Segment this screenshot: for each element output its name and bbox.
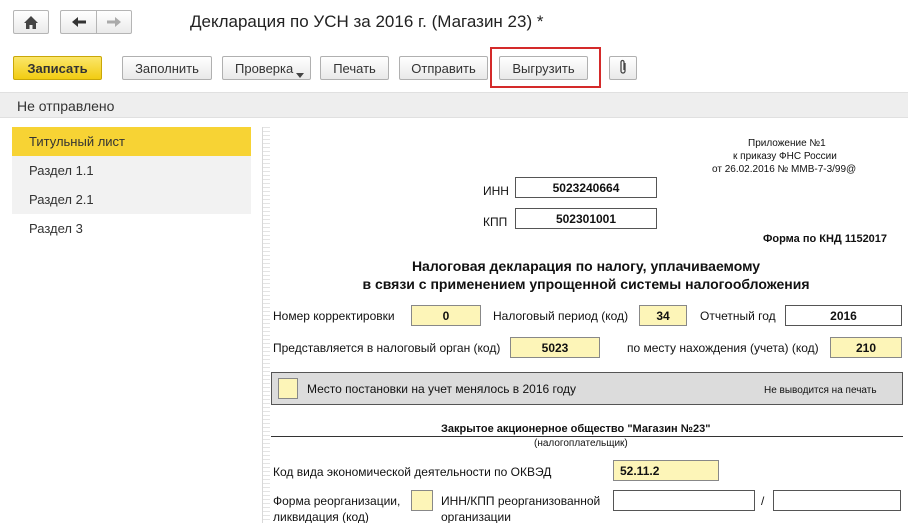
caret-down-icon xyxy=(296,66,304,81)
home-icon xyxy=(23,15,39,30)
okved-label: Код вида экономической деятельности по О… xyxy=(273,465,552,479)
declaration-heading-line-2: в связи с применением упрощенной системы… xyxy=(362,276,810,292)
reorg-kpp-field[interactable] xyxy=(773,490,901,511)
appendix-line-1: Приложение №1 xyxy=(748,138,826,149)
year-field[interactable]: 2016 xyxy=(785,305,902,326)
registration-panel: Место постановки на учет менялось в 2016… xyxy=(271,372,903,405)
arrow-left-icon xyxy=(71,16,87,28)
slash-separator: / xyxy=(761,494,765,508)
attach-button[interactable] xyxy=(609,56,637,80)
forward-button[interactable] xyxy=(96,10,132,34)
declaration-heading-line-1: Налоговая декларация по налогу, уплачива… xyxy=(411,258,761,274)
appendix-line-3: от 26.02.2016 № ММВ-7-3/99@ xyxy=(712,164,857,175)
company-name: Закрытое акционерное общество "Магазин №… xyxy=(441,423,711,435)
correction-field[interactable]: 0 xyxy=(411,305,481,326)
reorg-inn-label-line-2: организации xyxy=(441,510,511,523)
company-divider xyxy=(271,436,903,437)
fill-button[interactable]: Заполнить xyxy=(122,56,212,80)
year-label: Отчетный год xyxy=(700,309,776,323)
authority-field[interactable]: 5023 xyxy=(510,337,600,358)
print-button[interactable]: Печать xyxy=(320,56,389,80)
registration-changed-label: Место постановки на учет менялось в 2016… xyxy=(307,382,577,396)
status-text: Не отправлено xyxy=(17,98,115,114)
reorg-inn-label-line-1: ИНН/КПП реорганизованной xyxy=(441,494,601,508)
period-field[interactable]: 34 xyxy=(639,305,687,326)
registration-changed-checkbox[interactable] xyxy=(278,378,298,399)
arrow-right-icon xyxy=(106,16,122,28)
back-button[interactable] xyxy=(60,10,96,34)
inn-label: ИНН xyxy=(483,184,509,198)
okved-field[interactable]: 52.11.2 xyxy=(613,460,719,481)
correction-label: Номер корректировки xyxy=(273,309,395,323)
sidebar-item-section-2-1[interactable]: Раздел 2.1 xyxy=(12,185,251,214)
window-title: Декларация по УСН за 2016 г. (Магазин 23… xyxy=(190,12,544,31)
appendix-line-2: к приказу ФНС России xyxy=(733,151,837,162)
paperclip-icon xyxy=(618,59,628,78)
location-label: по месту нахождения (учета) (код) xyxy=(627,341,819,355)
period-label: Налоговый период (код) xyxy=(493,309,629,323)
kpp-field[interactable]: 502301001 xyxy=(515,208,657,229)
home-button[interactable] xyxy=(13,10,49,34)
sidebar-item-section-1-1[interactable]: Раздел 1.1 xyxy=(12,156,251,185)
reorg-inn-field[interactable] xyxy=(613,490,755,511)
save-button[interactable]: Записать xyxy=(13,56,102,80)
check-dropdown-button[interactable]: Проверка xyxy=(222,56,311,80)
export-highlight-frame xyxy=(490,47,601,88)
not-printed-label: Не выводится на печать xyxy=(764,385,877,396)
sections-sidebar: Титульный лист Раздел 1.1 Раздел 2.1 Раз… xyxy=(12,127,251,523)
status-bar: Не отправлено xyxy=(0,92,908,118)
check-button-label: Проверка xyxy=(235,60,294,76)
send-button[interactable]: Отправить xyxy=(399,56,488,80)
sidebar-item-title-page[interactable]: Титульный лист xyxy=(12,127,251,156)
inn-field[interactable]: 5023240664 xyxy=(515,177,657,198)
location-field[interactable]: 210 xyxy=(830,337,902,358)
kpp-label: КПП xyxy=(483,215,508,229)
form-code: Форма по КНД 1152017 xyxy=(763,233,888,245)
authority-label: Представляется в налоговый орган (код) xyxy=(273,341,501,355)
reorg-label-line-2: ликвидация (код) xyxy=(273,510,369,523)
reorg-label-line-1: Форма реорганизации, xyxy=(273,494,401,508)
declaration-form: Приложение №1 к приказу ФНС России от 26… xyxy=(262,127,908,523)
taxpayer-caption: (налогоплательщик) xyxy=(534,438,628,449)
sidebar-item-section-3[interactable]: Раздел 3 xyxy=(12,214,251,243)
reorg-code-field[interactable] xyxy=(411,490,433,511)
